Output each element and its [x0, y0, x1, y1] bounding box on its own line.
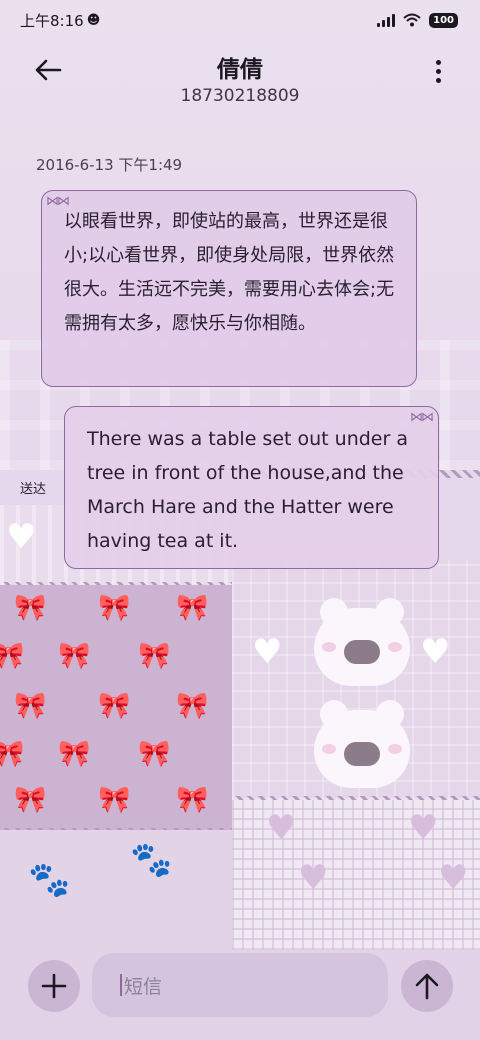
status-right: 100 — [377, 12, 458, 28]
heart-decoration: ♥ — [6, 517, 37, 557]
heart-decoration: ♥ — [266, 808, 297, 848]
text-caret — [120, 974, 122, 996]
message-input-placeholder: 短信 — [124, 975, 163, 998]
status-left: 上午8:16 ☻ — [20, 10, 100, 31]
arrow-up-icon — [415, 973, 439, 1000]
bow-decoration: 🎀 — [98, 691, 133, 721]
plus-icon — [41, 973, 67, 999]
bow-decoration: 🎀 — [14, 785, 49, 815]
status-time: 上午8:16 — [20, 11, 84, 30]
bear-decoration — [314, 598, 410, 686]
bow-decoration: 🎀 — [176, 691, 211, 721]
gingham-pattern: ♥ ♥ ♥ ♥ — [232, 800, 480, 950]
contact-number: 18730218809 — [180, 86, 300, 106]
bear-cheek — [322, 642, 336, 652]
heart-decoration: ♥ — [298, 858, 329, 898]
bow-decoration: 🎀 — [14, 593, 49, 623]
message-input[interactable]: 短信 — [92, 953, 388, 1017]
heart-decoration: ♥ — [438, 858, 469, 898]
bow-decoration: 🎀 — [58, 739, 93, 769]
grid-pattern: ♥ ♥ — [232, 560, 480, 800]
bow-decoration: 🎀 — [176, 593, 211, 623]
bow-decoration: 🎀 — [0, 739, 27, 769]
bow-icon: ⋈⋈ — [46, 194, 70, 209]
bear-nose — [344, 640, 380, 664]
bear-cheek — [322, 744, 336, 754]
add-attachment-button[interactable] — [28, 960, 80, 1012]
delivery-status: 送达 — [20, 482, 47, 497]
signal-icon — [377, 13, 396, 27]
bear-cheek — [388, 744, 402, 754]
bow-decoration: 🎀 — [0, 641, 27, 671]
message-text: 以眼看世界，即使站的最高，世界还是很小;以心看世界，即使身处局限，世界依然很大。… — [64, 211, 395, 334]
bow-pattern: 🎀 🎀 🎀 🎀 🎀 🎀 🎀 🎀 🎀 🎀 🎀 🎀 🎀 🎀 🎀 — [0, 585, 232, 830]
more-options-button[interactable] — [428, 54, 448, 88]
bow-decoration: 🎀 — [176, 785, 211, 815]
bow-decoration: 🎀 — [138, 641, 173, 671]
bow-icon: ⋈⋈ — [410, 410, 434, 425]
conversation-header: 倩倩 18730218809 — [0, 40, 480, 120]
bear-decoration — [314, 700, 410, 788]
bow-decoration: 🎀 — [14, 691, 49, 721]
bear-nose — [344, 742, 380, 766]
heart-decoration: ♥ — [252, 632, 283, 672]
bow-decoration: 🎀 — [138, 739, 173, 769]
bow-decoration: 🎀 — [98, 593, 133, 623]
bow-decoration: 🎀 — [58, 641, 93, 671]
notification-icon: ☻ — [86, 12, 101, 28]
message-text: There was a table set out under a tree i… — [87, 428, 408, 552]
incoming-message-bubble[interactable]: ⋈⋈ 以眼看世界，即使站的最高，世界还是很小;以心看世界，即使身处局限，世界依然… — [41, 190, 417, 387]
bear-cheek — [388, 642, 402, 652]
paw-decoration: 🐾 — [130, 840, 173, 880]
paw-decoration: 🐾 — [28, 860, 71, 900]
paw-pattern: 🐾 🐾 — [0, 830, 232, 950]
send-button[interactable] — [401, 960, 453, 1012]
heart-decoration: ♥ — [408, 808, 439, 848]
battery-icon: 100 — [429, 12, 458, 28]
bow-decoration: 🎀 — [98, 785, 133, 815]
heart-decoration: ♥ — [420, 632, 451, 672]
outgoing-message-bubble[interactable]: ⋈⋈ There was a table set out under a tre… — [64, 406, 439, 569]
more-vertical-icon — [435, 59, 441, 65]
status-bar: 上午8:16 ☻ 100 — [0, 0, 480, 40]
contact-name: 倩倩 — [217, 57, 263, 83]
message-timestamp: 2016-6-13 下午1:49 — [36, 156, 183, 174]
wifi-icon — [403, 13, 421, 27]
